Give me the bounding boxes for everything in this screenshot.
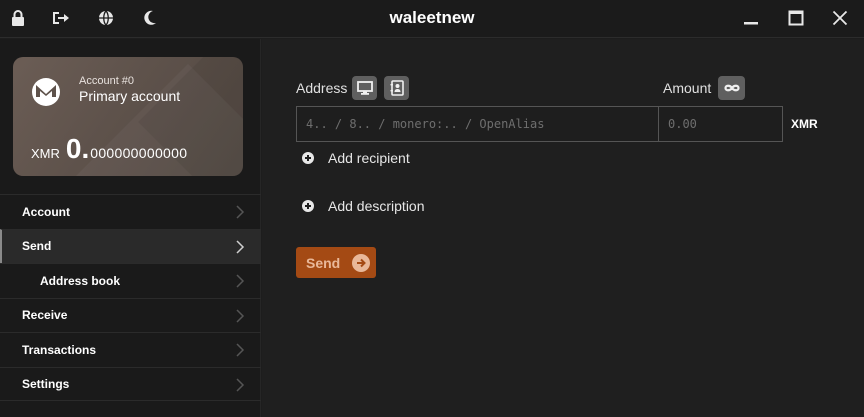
amount-input[interactable] (659, 107, 782, 141)
minimize-icon (744, 22, 758, 25)
chevron-right-icon (236, 205, 245, 219)
add-recipient-button[interactable]: Add recipient (302, 150, 410, 166)
sidebar-item-settings[interactable]: Settings (0, 366, 261, 401)
sidebar-item-label: Account (22, 204, 70, 219)
send-button[interactable]: Send (296, 247, 376, 278)
address-label: Address (296, 80, 348, 96)
maximize-button[interactable] (783, 6, 809, 30)
logout-icon[interactable] (52, 9, 70, 27)
sidebar-item-address-book[interactable]: Address book (0, 263, 261, 298)
sidebar: Account #0 Primary account XMR 0. 000000… (0, 39, 261, 417)
sidebar-item-label: Receive (22, 308, 68, 323)
sidebar-item-label: Address book (40, 273, 121, 288)
moon-icon[interactable] (141, 9, 159, 27)
address-field[interactable] (296, 106, 659, 142)
globe-icon[interactable] (97, 9, 115, 27)
amount-field[interactable] (658, 106, 783, 142)
balance-currency: XMR (31, 146, 60, 161)
amount-unit: XMR (791, 117, 818, 131)
close-icon (832, 10, 848, 26)
monitor-icon (356, 81, 373, 95)
sidebar-item-label: Settings (22, 376, 70, 391)
sidebar-item-receive[interactable]: Receive (0, 297, 261, 333)
account-name: Primary account (79, 88, 181, 104)
nav-menu: Account Send Address book Receive Transa… (0, 194, 261, 401)
sidebar-item-label: Send (22, 239, 52, 254)
send-all-button[interactable] (718, 76, 745, 100)
amount-label: Amount (663, 80, 712, 96)
plus-circle-icon (302, 200, 314, 212)
arrow-right-icon (352, 253, 371, 272)
sidebar-item-transactions[interactable]: Transactions (0, 332, 261, 367)
minimize-button[interactable] (738, 6, 764, 30)
address-book-button[interactable] (384, 76, 409, 100)
account-number: Account #0 (79, 75, 135, 87)
monero-logo-icon (32, 78, 60, 106)
window-title: waleetnew (389, 8, 475, 27)
add-recipient-label: Add recipient (328, 150, 410, 166)
lock-icon[interactable] (9, 9, 27, 27)
add-description-button[interactable]: Add description (302, 198, 425, 214)
chevron-right-icon (236, 274, 245, 288)
balance: XMR 0. 000000000000 (31, 135, 187, 163)
balance-integer: 0. (65, 133, 90, 164)
maximize-icon (788, 10, 804, 26)
chevron-right-icon (236, 308, 245, 323)
chevron-right-icon (236, 377, 245, 392)
send-panel: Address Amount XMR Add recipient Add des… (262, 39, 864, 417)
chevron-right-icon (236, 239, 245, 254)
qr-scan-button[interactable] (352, 76, 377, 100)
address-book-icon (390, 80, 404, 96)
account-card[interactable]: Account #0 Primary account XMR 0. 000000… (13, 57, 243, 176)
sidebar-item-send[interactable]: Send (0, 228, 261, 263)
sidebar-item-label: Transactions (22, 342, 97, 357)
send-button-label: Send (306, 254, 341, 271)
sidebar-item-account[interactable]: Account (0, 194, 261, 229)
balance-decimals: 000000000000 (90, 145, 188, 161)
infinity-icon (723, 84, 740, 92)
title-bar: waleetnew (0, 0, 864, 38)
address-input[interactable] (297, 107, 658, 141)
chevron-right-icon (236, 343, 245, 357)
plus-circle-icon (302, 152, 314, 164)
add-description-label: Add description (328, 198, 425, 214)
close-button[interactable] (827, 6, 853, 30)
